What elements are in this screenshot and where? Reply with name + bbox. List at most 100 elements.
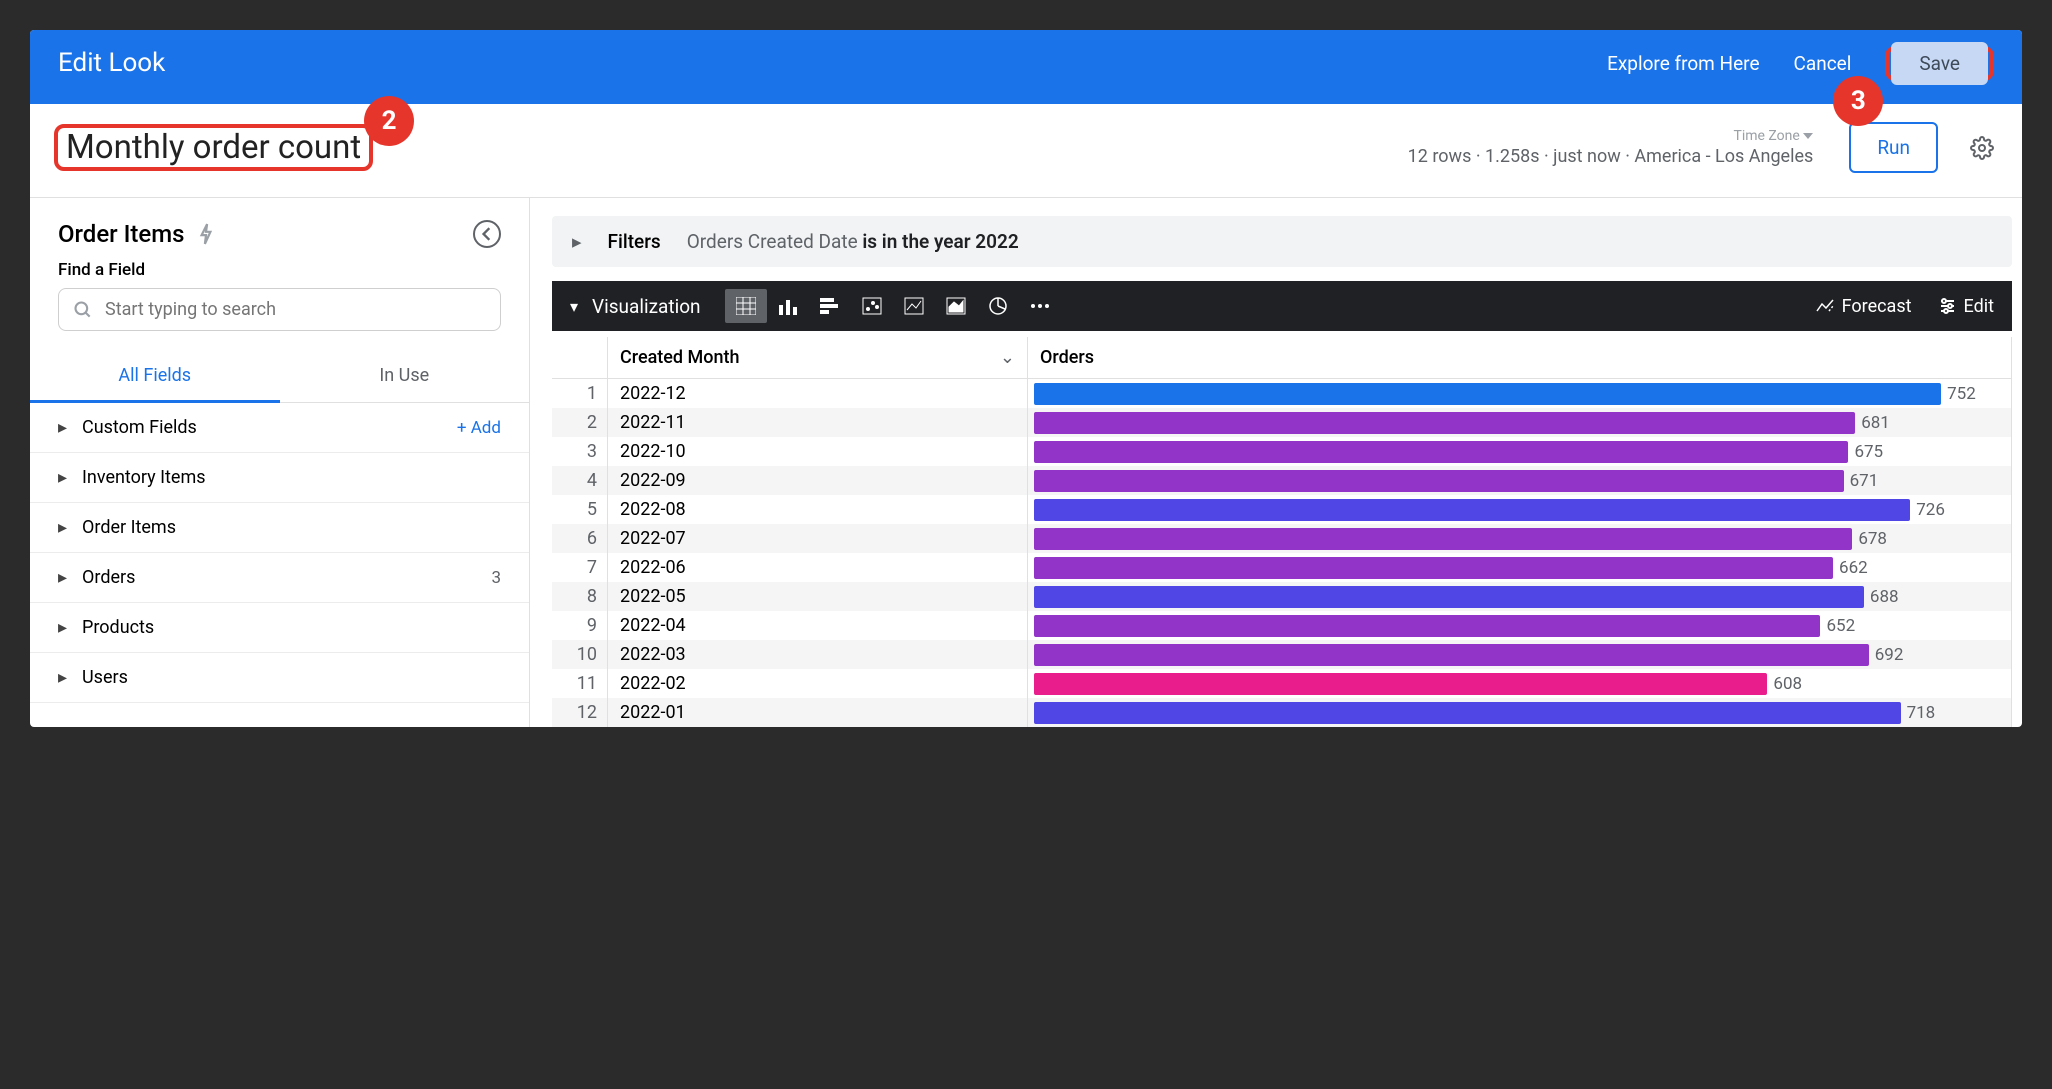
caret-right-icon: ▸ xyxy=(58,417,68,438)
cancel-link[interactable]: Cancel xyxy=(1794,52,1852,75)
folder-label: Order Items xyxy=(82,517,176,538)
row-index: 5 xyxy=(552,495,608,524)
table-row[interactable]: 42022-09671 xyxy=(552,466,2012,495)
row-index: 9 xyxy=(552,611,608,640)
table-row[interactable]: 12022-12752 xyxy=(552,379,2012,408)
timezone-label[interactable]: Time Zone xyxy=(1408,128,1814,144)
viz-line-icon[interactable] xyxy=(893,289,935,323)
bar-value: 652 xyxy=(1826,616,1855,636)
titlebar: Monthly order count 2 Time Zone 12 rows … xyxy=(30,104,2022,198)
folder-order-items[interactable]: ▸Order Items xyxy=(30,503,529,553)
table-row[interactable]: 72022-06662 xyxy=(552,553,2012,582)
table-row[interactable]: 112022-02608 xyxy=(552,669,2012,698)
row-index: 1 xyxy=(552,379,608,408)
table-row[interactable]: 32022-10675 xyxy=(552,437,2012,466)
row-index: 12 xyxy=(552,698,608,727)
gear-icon[interactable] xyxy=(1970,136,1994,160)
cell-month: 2022-06 xyxy=(608,553,1028,582)
folder-label: Products xyxy=(82,617,154,638)
viz-bar-icon[interactable] xyxy=(809,289,851,323)
tab-in-use[interactable]: In Use xyxy=(280,351,530,402)
cell-month: 2022-05 xyxy=(608,582,1028,611)
bar-value: 692 xyxy=(1875,645,1904,665)
table-row[interactable]: 122022-01718 xyxy=(552,698,2012,727)
cell-orders: 726 xyxy=(1028,495,2012,524)
table-row[interactable]: 22022-11681 xyxy=(552,408,2012,437)
bar xyxy=(1034,441,1848,463)
cell-orders: 662 xyxy=(1028,553,2012,582)
look-title-input[interactable]: Monthly order count xyxy=(58,126,369,169)
folder-label: Custom Fields xyxy=(82,417,197,438)
viz-more-icon[interactable] xyxy=(1019,289,1061,323)
add-custom-field-button[interactable]: + Add xyxy=(457,418,501,438)
filters-bar[interactable]: ▸ Filters Orders Created Date is in the … xyxy=(552,216,2012,267)
tab-all-fields[interactable]: All Fields xyxy=(30,351,280,403)
cell-month: 2022-10 xyxy=(608,437,1028,466)
bar xyxy=(1034,673,1767,695)
folder-users[interactable]: ▸ Users xyxy=(30,653,529,703)
row-index: 6 xyxy=(552,524,608,553)
bar xyxy=(1034,383,1941,405)
caret-right-icon: ▸ xyxy=(58,467,68,488)
bar-value: 662 xyxy=(1839,558,1868,578)
visualization-bar: ▾ Visualization Forecast xyxy=(552,281,2012,331)
cell-month: 2022-07 xyxy=(608,524,1028,553)
cell-orders: 752 xyxy=(1028,379,2012,408)
header-created-month[interactable]: Created Month ⌄ xyxy=(608,337,1028,378)
row-index: 2 xyxy=(552,408,608,437)
forecast-button[interactable]: Forecast xyxy=(1816,296,1912,317)
viz-table-icon[interactable] xyxy=(725,289,767,323)
folder-count: 3 xyxy=(491,568,501,588)
viz-scatter-icon[interactable] xyxy=(851,289,893,323)
quick-calc-icon[interactable] xyxy=(197,223,215,245)
field-search-box[interactable] xyxy=(58,288,501,331)
caret-right-icon: ▸ xyxy=(58,667,68,688)
viz-edit-button[interactable]: Edit xyxy=(1938,296,1994,317)
cell-month: 2022-09 xyxy=(608,466,1028,495)
table-row[interactable]: 62022-07 678 xyxy=(552,524,2012,553)
folder-inventory-items[interactable]: ▸Inventory Items xyxy=(30,453,529,503)
row-index: 8 xyxy=(552,582,608,611)
caret-right-icon: ▸ xyxy=(58,617,68,638)
bar xyxy=(1034,470,1844,492)
table-row[interactable]: 82022-05688 xyxy=(552,582,2012,611)
bar-value: 678 xyxy=(1858,529,1887,549)
main-panel: ▸ Filters Orders Created Date is in the … xyxy=(530,198,2022,727)
viz-pie-icon[interactable] xyxy=(977,289,1019,323)
bar xyxy=(1034,586,1864,608)
collapse-sidebar-button[interactable] xyxy=(473,220,501,248)
cell-orders: 692 xyxy=(1028,640,2012,669)
folder-orders[interactable]: ▸Orders3 xyxy=(30,553,529,603)
find-label: Find a Field xyxy=(58,260,501,280)
save-button[interactable]: Save xyxy=(1891,42,1988,85)
chevron-down-icon: ⌄ xyxy=(1000,347,1015,368)
bar xyxy=(1034,615,1820,637)
bar-value: 671 xyxy=(1850,471,1879,491)
header-orders[interactable]: Orders xyxy=(1028,337,2012,378)
viz-area-icon[interactable] xyxy=(935,289,977,323)
folder-custom-fields[interactable]: ▸ Custom Fields + Add xyxy=(30,403,529,453)
caret-down-icon[interactable]: ▾ xyxy=(570,297,578,316)
cell-orders: 681 xyxy=(1028,408,2012,437)
bar xyxy=(1034,528,1852,550)
cell-orders: 608 xyxy=(1028,669,2012,698)
header-index xyxy=(552,337,608,378)
table-row[interactable]: 52022-08726 xyxy=(552,495,2012,524)
cell-month: 2022-03 xyxy=(608,640,1028,669)
cell-orders: 675 xyxy=(1028,437,2012,466)
cell-orders: 678 xyxy=(1028,524,2012,553)
table-row[interactable]: 102022-03692 xyxy=(552,640,2012,669)
folder-label: Users xyxy=(82,667,128,688)
caret-right-icon: ▸ xyxy=(572,230,582,253)
table-row[interactable]: 92022-04 652 xyxy=(552,611,2012,640)
data-table: Created Month ⌄ Orders 12022-1275222022-… xyxy=(552,337,2012,727)
cell-orders: 718 xyxy=(1028,698,2012,727)
field-search-input[interactable] xyxy=(105,299,486,320)
viz-column-icon[interactable] xyxy=(767,289,809,323)
cell-month: 2022-04 xyxy=(608,611,1028,640)
viz-label: Visualization xyxy=(592,295,701,318)
folder-products[interactable]: ▸ Products xyxy=(30,603,529,653)
explore-from-here-link[interactable]: Explore from Here xyxy=(1607,52,1759,75)
run-button[interactable]: Run xyxy=(1849,122,1938,173)
bar-value: 718 xyxy=(1907,703,1936,723)
